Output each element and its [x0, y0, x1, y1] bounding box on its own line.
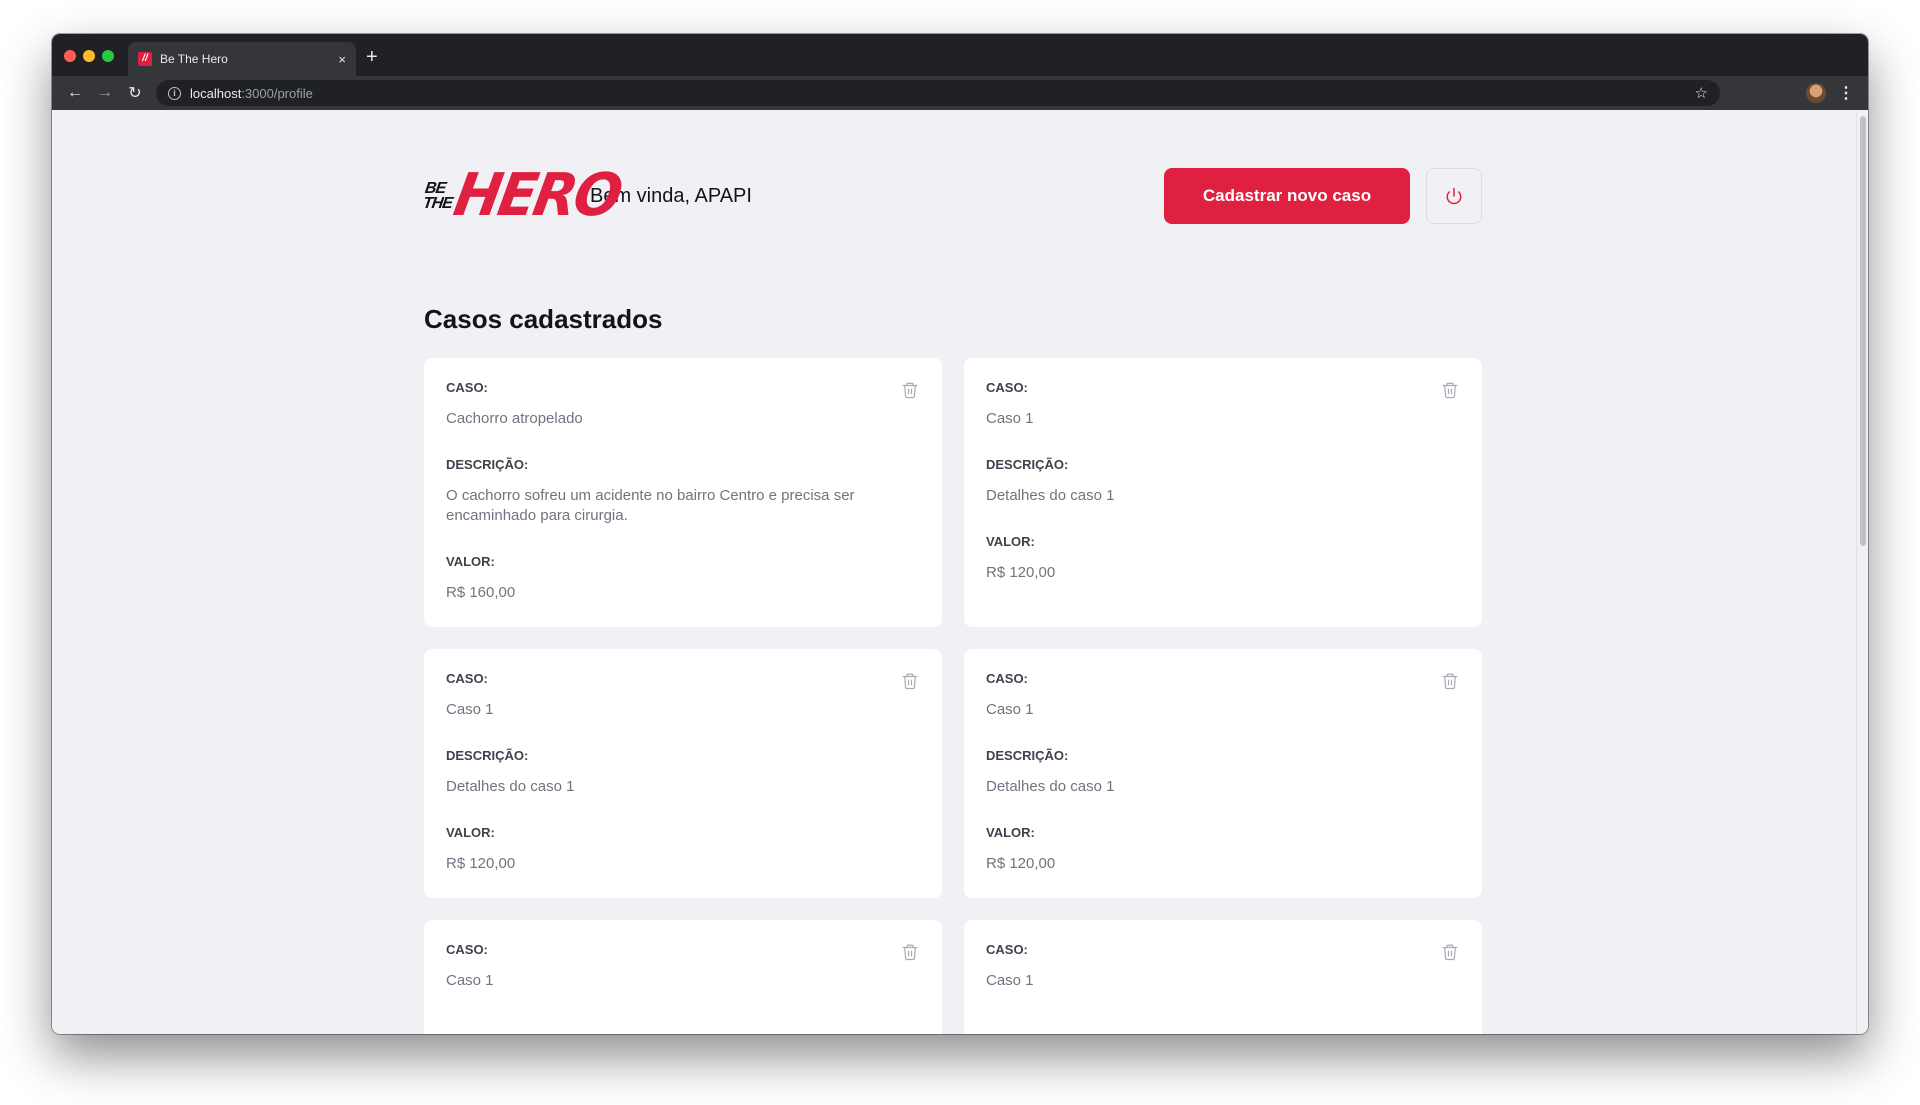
url-host: localhost — [190, 85, 242, 101]
favicon-icon: // — [138, 52, 152, 66]
case-label: CASO: — [986, 671, 1028, 686]
tab-close-icon[interactable]: × — [338, 52, 346, 67]
browser-menu-icon[interactable]: ⋮ — [1838, 83, 1854, 103]
browser-toolbar: ← → ↻ i localhost:3000/profile ☆ ⋮ — [52, 76, 1868, 110]
url-path: :3000/profile — [241, 85, 313, 101]
delete-case-button[interactable] — [1440, 942, 1460, 964]
url-text: localhost:3000/profile — [190, 86, 1695, 101]
trash-icon — [1442, 944, 1458, 961]
case-card: CASO: Caso 1 DESCRIÇÃO: Detalhes do caso… — [424, 649, 942, 898]
delete-case-button[interactable] — [900, 380, 920, 402]
case-value: R$ 120,00 — [986, 855, 1056, 872]
power-icon — [1446, 187, 1462, 205]
bookmark-star-icon[interactable]: ☆ — [1695, 84, 1708, 102]
address-bar[interactable]: i localhost:3000/profile ☆ — [156, 80, 1720, 106]
case-label: CASO: — [446, 380, 488, 395]
be-the-hero-logo: BE THE HERO — [421, 161, 625, 229]
new-case-button[interactable]: Cadastrar novo caso — [1164, 168, 1410, 224]
description-label: DESCRIÇÃO: — [446, 748, 529, 763]
case-title: Caso 1 — [986, 701, 1034, 718]
tab-title: Be The Hero — [160, 52, 228, 66]
scrollbar-thumb[interactable] — [1860, 116, 1866, 546]
new-tab-button[interactable]: + — [366, 46, 378, 68]
case-title: Cachorro atropelado — [446, 410, 583, 427]
browser-chrome: // Be The Hero × + ← → ↻ i localhost:300… — [52, 34, 1868, 110]
page-title: Casos cadastrados — [424, 304, 663, 334]
case-label: CASO: — [446, 671, 488, 686]
minimize-window-button[interactable] — [83, 50, 95, 62]
case-description: O cachorro sofreu um acidente no bairro … — [446, 487, 855, 524]
cases-list: CASO: Cachorro atropelado DESCRIÇÃO: O c… — [424, 358, 1482, 1034]
browser-tab[interactable]: // Be The Hero × — [128, 42, 356, 76]
description-label: DESCRIÇÃO: — [986, 748, 1069, 763]
value-label: VALOR: — [986, 825, 1035, 840]
case-card: CASO: Cachorro atropelado DESCRIÇÃO: O c… — [424, 358, 942, 627]
case-description: Detalhes do caso 1 — [446, 778, 575, 795]
case-card: CASO: Caso 1 — [424, 920, 942, 1034]
case-label: CASO: — [446, 942, 488, 957]
site-info-icon[interactable]: i — [168, 86, 181, 100]
forward-icon[interactable]: → — [90, 84, 120, 102]
description-label: DESCRIÇÃO: — [446, 457, 529, 472]
case-card: CASO: Caso 1 — [964, 920, 1482, 1034]
trash-icon — [902, 382, 918, 399]
case-description: Detalhes do caso 1 — [986, 778, 1115, 795]
case-title: Caso 1 — [446, 972, 494, 989]
maximize-window-button[interactable] — [102, 50, 114, 62]
value-label: VALOR: — [446, 825, 495, 840]
case-value: R$ 120,00 — [986, 564, 1056, 581]
trash-icon — [902, 944, 918, 961]
welcome-message: Bem vinda, APAPI — [590, 184, 752, 207]
reload-icon[interactable]: ↻ — [120, 83, 150, 103]
trash-icon — [902, 673, 918, 690]
page-viewport: BE THE HERO Bem vinda, APAPI Cadastrar n… — [52, 110, 1868, 1034]
delete-case-button[interactable] — [1440, 380, 1460, 402]
trash-icon — [1442, 382, 1458, 399]
logo-be-text: BE — [423, 180, 447, 197]
case-value: R$ 160,00 — [446, 584, 516, 601]
case-card: CASO: Caso 1 DESCRIÇÃO: Detalhes do caso… — [964, 649, 1482, 898]
description-label: DESCRIÇÃO: — [986, 457, 1069, 472]
back-icon[interactable]: ← — [60, 84, 90, 102]
trash-icon — [1442, 673, 1458, 690]
logo-the-text: THE — [421, 195, 454, 212]
close-window-button[interactable] — [64, 50, 76, 62]
case-title: Caso 1 — [446, 701, 494, 718]
case-description: Detalhes do caso 1 — [986, 487, 1115, 504]
case-title: Caso 1 — [986, 972, 1034, 989]
profile-avatar[interactable] — [1806, 83, 1826, 103]
case-label: CASO: — [986, 942, 1028, 957]
logout-button[interactable] — [1426, 168, 1482, 224]
value-label: VALOR: — [446, 554, 495, 569]
value-label: VALOR: — [986, 534, 1035, 549]
vertical-scrollbar[interactable] — [1856, 110, 1868, 1034]
logo-hero-text: HERO — [449, 161, 625, 230]
browser-window: // Be The Hero × + ← → ↻ i localhost:300… — [52, 34, 1868, 1034]
delete-case-button[interactable] — [900, 942, 920, 964]
logo-be-the: BE THE — [421, 180, 455, 212]
case-title: Caso 1 — [986, 410, 1034, 427]
case-card: CASO: Caso 1 DESCRIÇÃO: Detalhes do caso… — [964, 358, 1482, 627]
case-label: CASO: — [986, 380, 1028, 395]
delete-case-button[interactable] — [900, 671, 920, 693]
delete-case-button[interactable] — [1440, 671, 1460, 693]
case-value: R$ 120,00 — [446, 855, 516, 872]
profile-header: BE THE HERO Bem vinda, APAPI Cadastrar n… — [421, 161, 1482, 230]
